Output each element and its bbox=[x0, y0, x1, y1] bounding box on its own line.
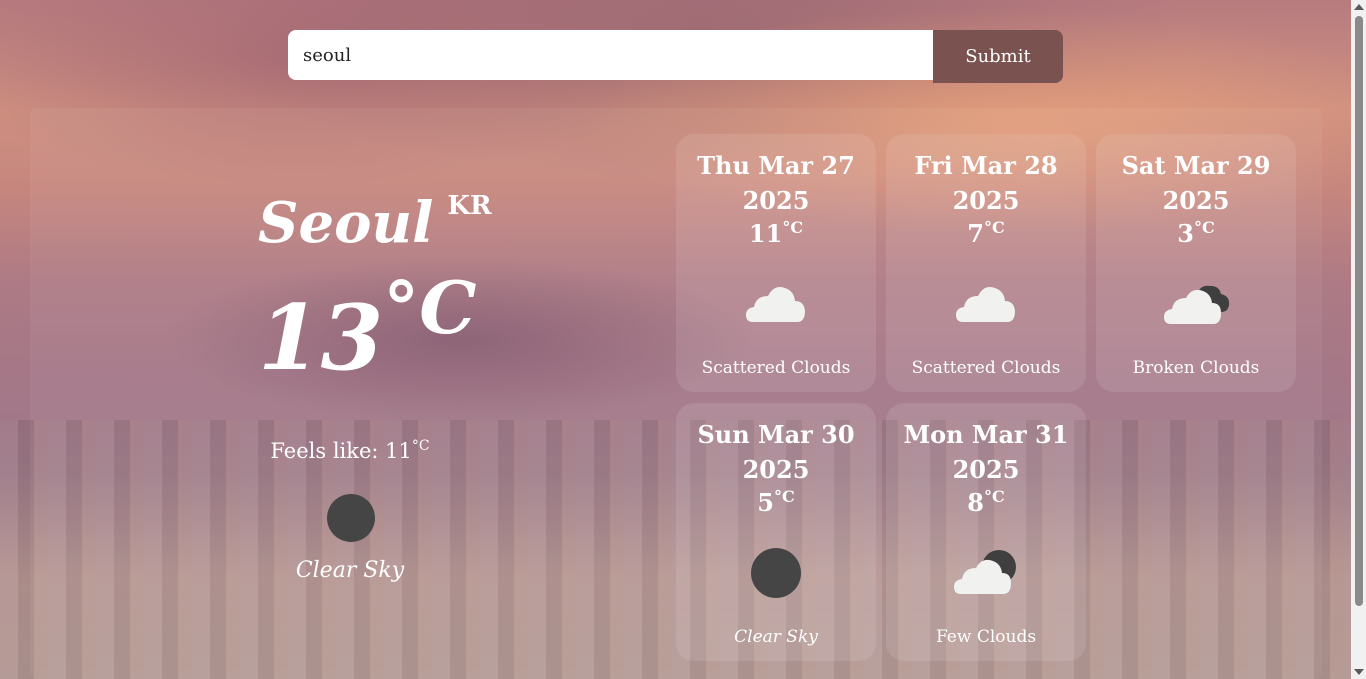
forecast-temp-unit: °C bbox=[983, 218, 1005, 237]
forecast-year: 2025 bbox=[742, 455, 810, 484]
forecast-temp-value: 3 bbox=[1177, 219, 1194, 248]
forecast-year: 2025 bbox=[742, 186, 810, 215]
forecast-temp: 3°C bbox=[1096, 218, 1296, 248]
forecast-temp-value: 5 bbox=[757, 488, 774, 517]
current-description: Clear Sky bbox=[295, 558, 405, 583]
forecast-day: Sun Mar 30 bbox=[697, 420, 855, 449]
feels-like-text: Feels like: 11 bbox=[270, 439, 412, 463]
feels-like-unit: °C bbox=[411, 438, 430, 454]
current-temp-unit: °C bbox=[383, 265, 477, 350]
forecast-temp: 7°C bbox=[886, 218, 1086, 248]
scrollbar-thumb[interactable] bbox=[1355, 16, 1363, 606]
forecast-card: Thu Mar 27 2025 11°C Scattered Clouds bbox=[676, 134, 876, 392]
forecast-date: Thu Mar 27 2025 bbox=[676, 148, 876, 218]
vertical-scrollbar[interactable] bbox=[1351, 0, 1366, 679]
few-clouds-icon bbox=[954, 550, 1016, 594]
search-form: Submit bbox=[288, 30, 1063, 83]
broken-clouds-icon bbox=[1164, 285, 1230, 324]
country-code: KR bbox=[447, 191, 492, 221]
forecast-card: Sun Mar 30 2025 5°C Clear Sky bbox=[676, 403, 876, 661]
forecast-date: Mon Mar 31 2025 bbox=[886, 417, 1086, 487]
forecast-temp-unit: °C bbox=[1193, 218, 1215, 237]
forecast-day: Fri Mar 28 bbox=[914, 151, 1058, 180]
scroll-down-arrow-icon[interactable] bbox=[1354, 669, 1364, 675]
forecast-card: Sat Mar 29 2025 3°C Broken Clouds bbox=[1096, 134, 1296, 392]
forecast-year: 2025 bbox=[952, 186, 1020, 215]
forecast-temp-value: 11 bbox=[748, 219, 783, 248]
city-search-input[interactable] bbox=[288, 30, 933, 80]
forecast-card: Fri Mar 28 2025 7°C Scattered Clouds bbox=[886, 134, 1086, 392]
clear-sky-icon bbox=[327, 494, 375, 542]
forecast-temp: 8°C bbox=[886, 487, 1086, 517]
scattered-clouds-icon bbox=[746, 287, 805, 322]
submit-button[interactable]: Submit bbox=[933, 30, 1063, 83]
forecast-day: Thu Mar 27 bbox=[697, 151, 855, 180]
city-name: Seoul bbox=[258, 190, 434, 256]
forecast-date: Sun Mar 30 2025 bbox=[676, 417, 876, 487]
forecast-date: Sat Mar 29 2025 bbox=[1096, 148, 1296, 218]
forecast-temp-unit: °C bbox=[983, 487, 1005, 506]
scattered-clouds-icon bbox=[956, 287, 1015, 322]
forecast-year: 2025 bbox=[952, 455, 1020, 484]
scroll-up-arrow-icon[interactable] bbox=[1354, 4, 1364, 10]
forecast-day: Mon Mar 31 bbox=[903, 420, 1069, 449]
forecast-year: 2025 bbox=[1162, 186, 1230, 215]
forecast-date: Fri Mar 28 2025 bbox=[886, 148, 1086, 218]
forecast-temp: 11°C bbox=[676, 218, 876, 248]
clear-sky-icon bbox=[751, 548, 801, 598]
feels-like: Feels like: 11°C bbox=[200, 438, 500, 463]
forecast-description: Scattered Clouds bbox=[911, 358, 1061, 378]
forecast-card: Mon Mar 31 2025 8°C Few Clouds bbox=[886, 403, 1086, 661]
current-temperature: 13°C bbox=[258, 265, 477, 391]
forecast-temp: 5°C bbox=[676, 487, 876, 517]
forecast-temp-unit: °C bbox=[782, 218, 804, 237]
forecast-description: Few Clouds bbox=[935, 627, 1037, 647]
current-temp-value: 13 bbox=[258, 285, 384, 391]
forecast-description: Scattered Clouds bbox=[701, 358, 851, 378]
forecast-temp-unit: °C bbox=[773, 487, 795, 506]
forecast-description: Clear Sky bbox=[734, 627, 818, 647]
forecast-temp-value: 8 bbox=[967, 488, 984, 517]
forecast-description: Broken Clouds bbox=[1132, 358, 1260, 378]
forecast-temp-value: 7 bbox=[967, 219, 984, 248]
forecast-day: Sat Mar 29 bbox=[1121, 151, 1271, 180]
location-heading: Seoul KR bbox=[258, 190, 492, 256]
